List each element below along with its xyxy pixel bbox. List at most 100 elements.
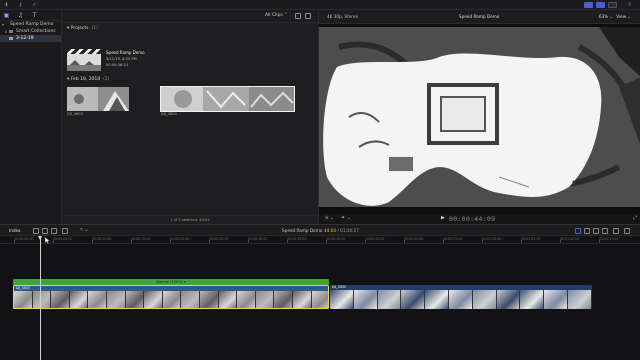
play-icon[interactable]: ▶: [441, 215, 445, 221]
snapping-icon[interactable]: [602, 228, 608, 234]
clip-appearance-icon[interactable]: [295, 13, 301, 19]
ruler-tick: [92, 240, 93, 243]
filmstrip-frame: [88, 291, 107, 308]
layout-inspector-button[interactable]: [608, 2, 617, 8]
titles-icon[interactable]: T: [31, 12, 38, 19]
append-icon[interactable]: [33, 228, 39, 234]
ruler-tick: [209, 240, 210, 243]
skimming-icon[interactable]: [575, 228, 581, 234]
viewer-header: 4K 30p, Stereo Speed Ramp Demo 63% ⌄ Vie…: [319, 10, 640, 24]
ruler-tick: [560, 240, 561, 243]
timeline-duration: 44:04 / 01:20:27: [324, 228, 359, 233]
filmstrip-frame: [14, 291, 33, 308]
sidebar-item-smart-collections[interactable]: ▸ Smart Collections: [0, 28, 61, 35]
effects-browser-icon[interactable]: [624, 228, 630, 234]
clip-thumbnail[interactable]: [67, 87, 129, 111]
libraries-icon[interactable]: ▣: [3, 12, 10, 19]
event-icon: [9, 37, 13, 40]
timeline-ruler[interactable]: 00:00:00:00 00:00:05:00 00:00:10:00 00:00:1…: [0, 236, 640, 244]
project-thumbnail-image: [67, 54, 101, 71]
clip-appearance-icon[interactable]: [613, 228, 619, 234]
ruler-label: 00:00:30:00: [248, 237, 268, 241]
ruler-label: 00:00:40:00: [326, 237, 346, 241]
ruler-tick: [599, 240, 600, 243]
insert-icon[interactable]: [42, 228, 48, 234]
filmstrip-frame: [69, 291, 89, 308]
sidebar-tabs: ▣ ♫ T: [0, 10, 61, 21]
filmstrip-frame: [544, 290, 568, 309]
filmstrip-frame: [162, 291, 182, 308]
viewer-image[interactable]: [319, 27, 640, 207]
background-tasks-icon[interactable]: ✓: [31, 2, 38, 8]
sidebar-item-label: Speed Ramp Demo: [10, 22, 54, 27]
ruler-label: 00:00:20:00: [170, 237, 190, 241]
overwrite-icon[interactable]: [62, 228, 68, 234]
timeline-clip[interactable]: DJI_0800: [330, 285, 592, 309]
projects-section-header[interactable]: ▾ Projects (1): [67, 26, 98, 31]
clip-filmstrip: [67, 87, 129, 111]
ruler-label: 00:00:00:00: [14, 237, 34, 241]
ruler-label: 00:01:05:00: [521, 237, 541, 241]
transform-tool-icon[interactable]: ⇲ ⌄: [324, 215, 334, 221]
fullscreen-icon[interactable]: ⤢: [633, 215, 637, 221]
enhance-tool-icon[interactable]: ✦ ⌄: [341, 215, 351, 221]
keyword-icon[interactable]: ⚷: [17, 2, 24, 8]
viewer-footer: ⇲ ⌄ ✦ ⌄ ▶ 00:00:44:09 ⤢: [319, 214, 640, 224]
layout-browser-button[interactable]: [584, 2, 593, 8]
clip-name: DJI_0800: [161, 112, 177, 116]
ruler-tick: [326, 240, 327, 243]
list-view-icon[interactable]: [305, 13, 311, 19]
disclosure-icon[interactable]: ▸: [5, 28, 7, 35]
filmstrip-frame: [199, 291, 219, 308]
clip-name: DJI_0803: [16, 286, 31, 290]
viewer-timecode: 00:00:44:09: [449, 215, 496, 223]
import-icon[interactable]: ⬇: [3, 2, 10, 8]
filmstrip-frame: [377, 290, 402, 309]
project-thumbnail[interactable]: [67, 49, 101, 71]
connect-icon[interactable]: [51, 228, 57, 234]
clip-name: DJI_0803: [67, 112, 83, 116]
folder-icon: [9, 30, 13, 33]
ruler-label: 00:00:50:00: [404, 237, 424, 241]
sidebar-item-event[interactable]: 3-12-19: [0, 35, 61, 42]
zoom-dropdown[interactable]: 63% ⌄: [599, 14, 613, 19]
filmstrip-frame: [448, 290, 473, 309]
filmstrip-frame: [311, 291, 328, 308]
disclosure-icon[interactable]: ▾: [2, 21, 4, 28]
ruler-label: 00:01:00:00: [482, 237, 502, 241]
filmstrip-frame: [32, 291, 52, 308]
browser-panel: All Clips ⌃ ▾ Projects (1) Speed Ramp Dem…: [62, 10, 318, 224]
view-dropdown[interactable]: View ⌄: [616, 14, 631, 19]
sidebar-item-library[interactable]: ▾ Speed Ramp Demo: [0, 21, 61, 28]
ruler-label: 00:00:55:00: [443, 237, 463, 241]
sidebar-item-label: Smart Collections: [16, 29, 56, 34]
filmstrip-frame: [218, 291, 238, 308]
ruler-tick: [131, 240, 132, 243]
filmstrip-frame: [425, 290, 449, 309]
ruler-label: 00:00:10:00: [92, 237, 112, 241]
filmstrip-frame: [106, 291, 126, 308]
date-section-header[interactable]: ▾ Feb 18, 2018 (2): [67, 77, 110, 82]
viewer-panel: 4K 30p, Stereo Speed Ramp Demo 63% ⌄ Vie…: [318, 10, 640, 224]
ruler-tick: [53, 240, 54, 243]
clip-filter-dropdown[interactable]: All Clips ⌃: [265, 13, 288, 18]
photos-icon[interactable]: ♫: [17, 12, 24, 19]
ruler-tick: [521, 240, 522, 243]
filmstrip-frame: [567, 290, 592, 309]
playhead[interactable]: [38, 236, 42, 360]
solo-icon[interactable]: [593, 228, 599, 234]
share-icon[interactable]: ⇪: [626, 2, 633, 8]
filmstrip-frame: [237, 291, 256, 308]
layout-timeline-button[interactable]: [596, 2, 605, 8]
select-tool-icon[interactable]: ↖⌄: [80, 227, 88, 233]
index-button[interactable]: Index: [9, 228, 21, 233]
audio-skimming-icon[interactable]: [584, 228, 590, 234]
sidebar-item-label: 3-12-19: [16, 36, 34, 41]
filmstrip-frame: [181, 291, 200, 308]
clip-thumbnail[interactable]: [160, 86, 295, 112]
filmstrip-frame: [520, 290, 545, 309]
ruler-label: 00:00:45:00: [365, 237, 385, 241]
viewer-title: Speed Ramp Demo: [459, 14, 500, 19]
timeline-clip[interactable]: DJI_0803: [13, 285, 329, 309]
browser-status: 1 of 3 selected, 44:04: [62, 215, 318, 224]
